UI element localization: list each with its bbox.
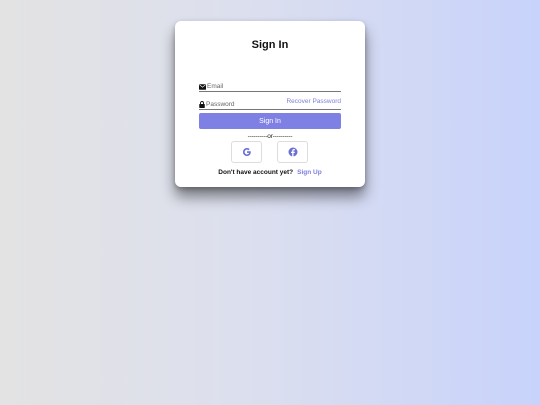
page-title: Sign In [251,39,289,51]
google-icon [242,148,251,156]
signup-link[interactable]: Sign Up [297,169,322,176]
facebook-icon [288,147,297,157]
lock-icon [199,101,205,108]
signin-button[interactable]: Sign In [199,113,341,129]
recover-password-link[interactable]: Recover Password [286,98,341,105]
no-account-text: Don't have account yet? [218,169,294,176]
email-field[interactable] [199,82,341,92]
facebook-signin-button[interactable] [277,141,308,163]
envelope-icon [199,83,206,90]
email-input[interactable] [207,82,337,91]
or-divider: ----------or---------- [247,133,293,140]
signup-prompt: Don't have account yet? Sign Up [175,169,365,176]
signin-card: Sign In Recover Password Sign In -------… [175,21,365,187]
google-signin-button[interactable] [231,141,262,163]
